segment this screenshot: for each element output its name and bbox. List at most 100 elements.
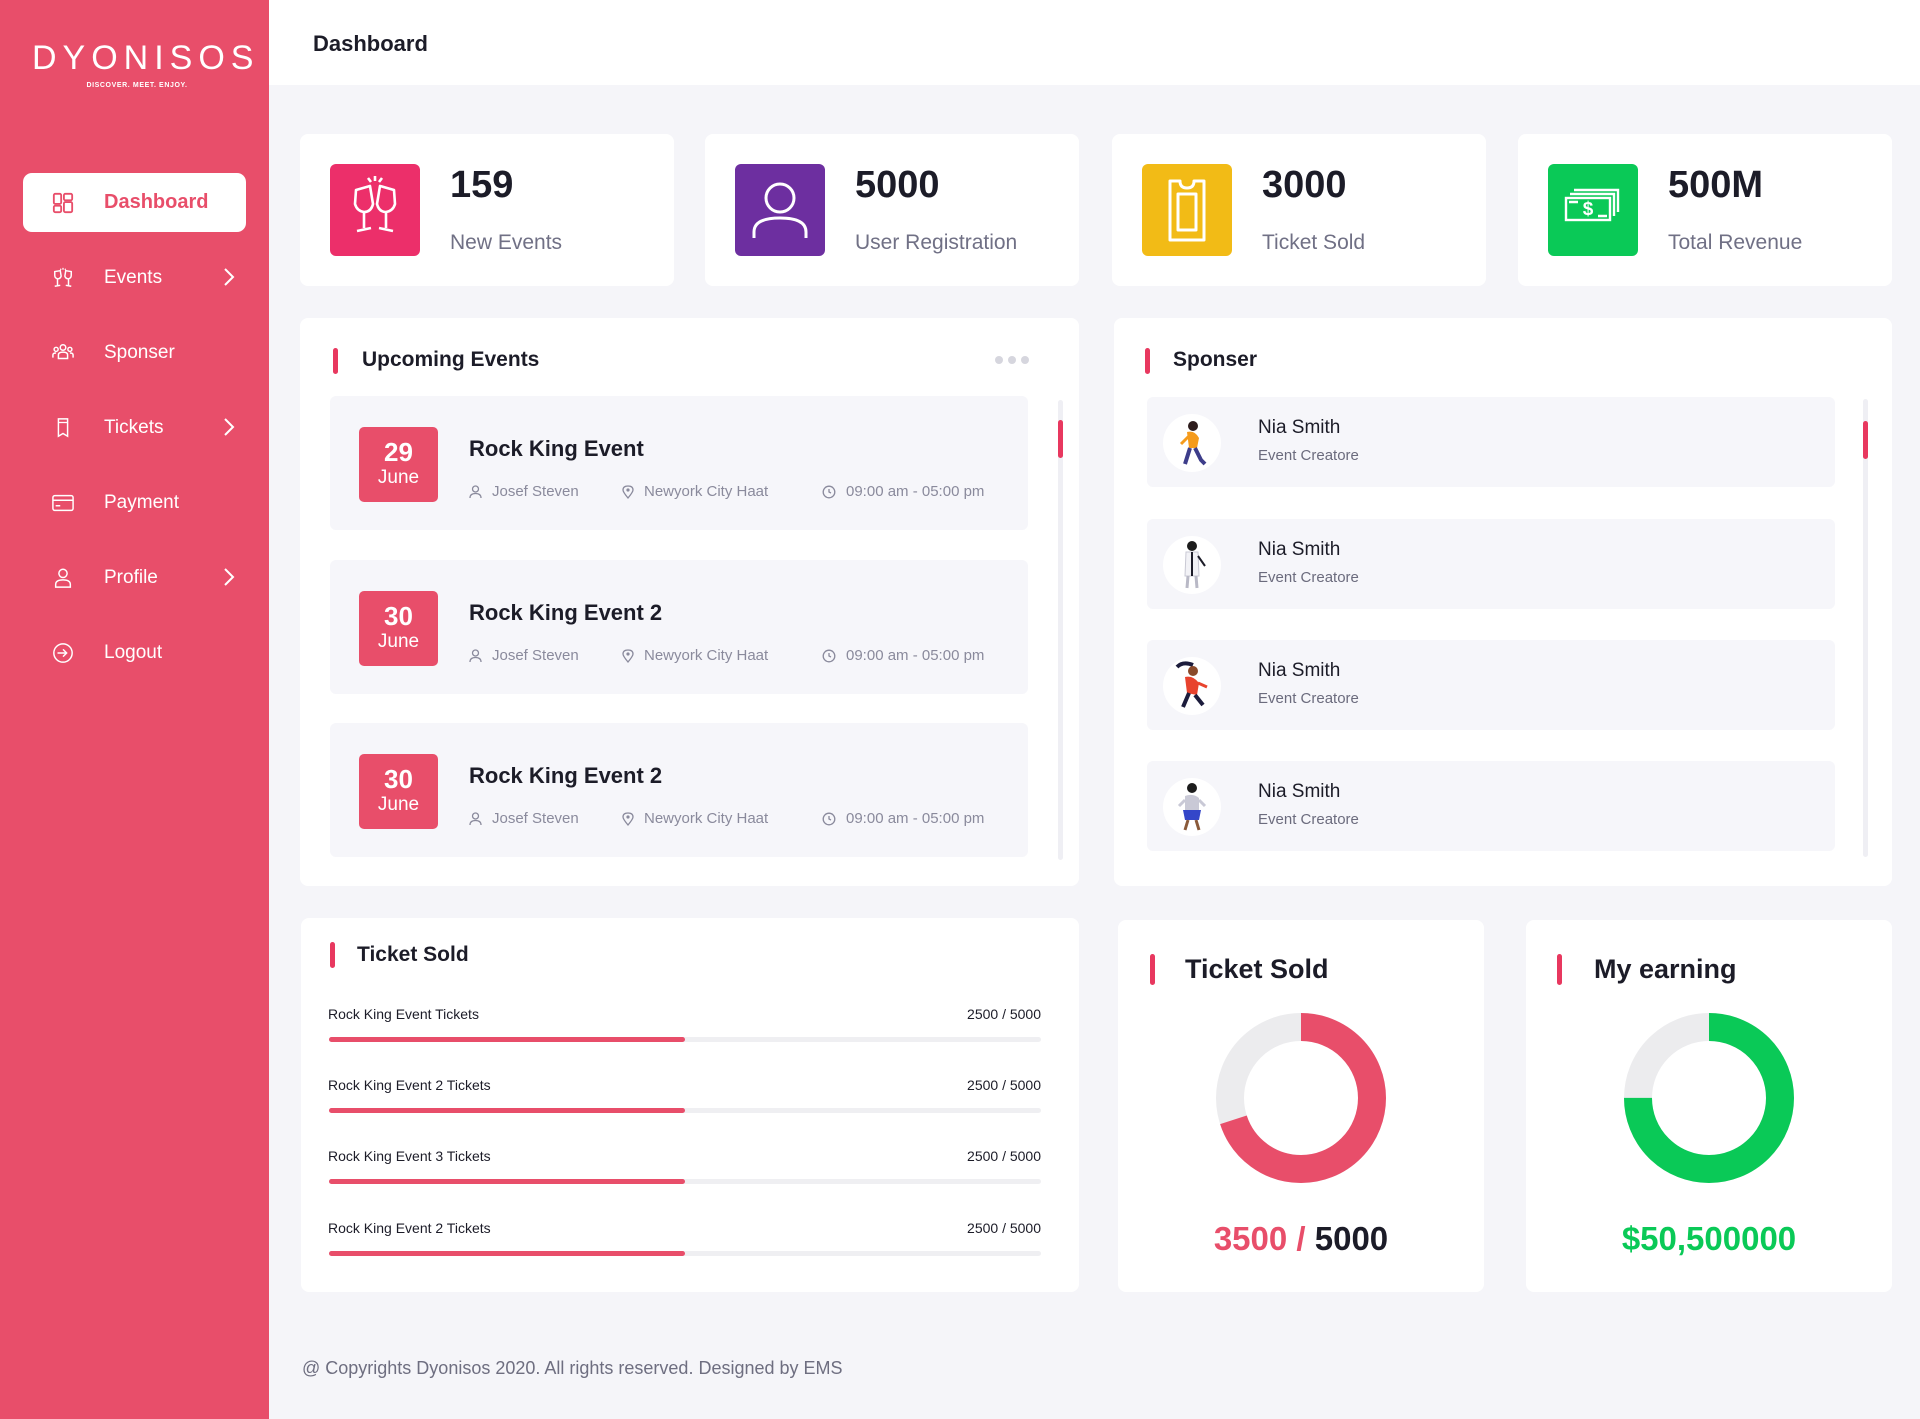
- cheers-glasses-icon: [54, 267, 72, 287]
- ticket-icon: [1142, 164, 1232, 256]
- chevron-right-icon: [224, 568, 235, 586]
- progress-track: [329, 1251, 1041, 1256]
- ticket-progress-count: 2500 / 5000: [967, 1077, 1041, 1093]
- event-card[interactable]: 29 June Rock King Event Josef Steven New…: [330, 396, 1028, 530]
- section-title: Ticket Sold: [357, 943, 469, 966]
- more-dots-icon[interactable]: [995, 356, 1029, 364]
- sidebar-item-label: Sponser: [104, 341, 175, 363]
- ticket-progress-label: Rock King Event Tickets: [328, 1006, 479, 1022]
- cheers-glasses-icon: [330, 164, 420, 256]
- sidebar-item-payment[interactable]: Payment: [23, 473, 246, 532]
- stat-card-user-registration[interactable]: 5000 User Registration: [705, 134, 1079, 286]
- scrollbar-thumb[interactable]: [1863, 421, 1868, 459]
- sponsor-name: Nia Smith: [1258, 660, 1341, 681]
- sponsor-name: Nia Smith: [1258, 539, 1341, 560]
- location-pin-icon: [622, 648, 634, 663]
- top-header: Dashboard: [269, 0, 1920, 85]
- event-location-text: Newyork City Haat: [644, 647, 769, 664]
- sponsor-role: Event Creatore: [1258, 447, 1359, 464]
- clock-icon: [822, 485, 836, 498]
- sidebar-item-label: Profile: [104, 566, 158, 588]
- event-day: 30: [384, 764, 413, 794]
- event-title: Rock King Event 2: [469, 763, 663, 788]
- event-time: 09:00 am - 05:00 pm: [822, 483, 984, 500]
- brand-logo[interactable]: DYONISOS DISCOVER. MEET. ENJOY.: [32, 38, 253, 89]
- ticket-donut-value: 3500 / 5000: [1118, 1220, 1484, 1258]
- progress-track: [329, 1179, 1041, 1184]
- stat-card-ticket-sold[interactable]: 3000 Ticket Sold: [1112, 134, 1486, 286]
- section-accent: [330, 942, 335, 968]
- sidebar-item-tickets[interactable]: Tickets: [23, 398, 246, 457]
- sidebar-item-events[interactable]: Events: [23, 248, 246, 307]
- clock-icon: [822, 812, 836, 825]
- progress-fill: [329, 1037, 685, 1042]
- chevron-right-icon: [224, 268, 235, 286]
- stat-card-new-events[interactable]: 159 New Events: [300, 134, 674, 286]
- location-pin-icon: [622, 811, 634, 826]
- sidebar-item-label: Tickets: [104, 416, 164, 438]
- event-title: Rock King Event: [469, 436, 644, 461]
- section-title: Ticket Sold: [1185, 954, 1329, 984]
- user-icon: [469, 484, 482, 498]
- ticket-progress-row: Rock King Event 2 Tickets 2500 / 5000: [328, 1077, 1041, 1121]
- sponsor-name: Nia Smith: [1258, 417, 1341, 438]
- ticket-progress-label: Rock King Event 3 Tickets: [328, 1148, 491, 1164]
- page-title: Dashboard: [313, 31, 428, 56]
- event-time: 09:00 am - 05:00 pm: [822, 647, 984, 664]
- sponsor-role: Event Creatore: [1258, 690, 1359, 707]
- events-scrollbar[interactable]: [1058, 400, 1063, 860]
- ticket-donut-chart: [1216, 1013, 1386, 1183]
- sidebar: DYONISOS DISCOVER. MEET. ENJOY. Dashboar…: [0, 0, 269, 1419]
- sidebar-item-logout[interactable]: Logout: [23, 623, 246, 682]
- event-day: 29: [384, 437, 413, 467]
- ticket-separator: /: [1296, 1220, 1306, 1257]
- sidebar-item-sponser[interactable]: Sponser: [23, 323, 246, 382]
- sponsor-card[interactable]: Nia Smith Event Creatore: [1147, 761, 1835, 851]
- event-date-badge: 30 June: [359, 754, 438, 829]
- stat-value: 159: [450, 164, 514, 206]
- sidebar-item-dashboard[interactable]: Dashboard: [23, 173, 246, 232]
- sponsor-panel: Sponser Nia Smith Event Creatore Nia Smi…: [1114, 318, 1892, 886]
- stat-label: User Registration: [855, 231, 1018, 254]
- sidebar-item-profile[interactable]: Profile: [23, 548, 246, 607]
- upcoming-events-panel: Upcoming Events 29 June Rock King Event …: [300, 318, 1079, 886]
- sponsor-card[interactable]: Nia Smith Event Creatore: [1147, 519, 1835, 609]
- event-month: June: [377, 631, 420, 652]
- ticket-icon: [57, 418, 69, 438]
- stat-value: 3000: [1262, 164, 1347, 206]
- stat-label: Total Revenue: [1668, 231, 1803, 254]
- ticket-sold-progress-panel: Ticket Sold Rock King Event Tickets 2500…: [301, 918, 1079, 1292]
- user-icon: [469, 811, 482, 825]
- stat-value: 500M: [1668, 164, 1764, 206]
- stat-card-total-revenue[interactable]: $ 500M Total Revenue: [1518, 134, 1892, 286]
- ticket-progress-label: Rock King Event 2 Tickets: [328, 1220, 491, 1236]
- sponsor-card[interactable]: Nia Smith Event Creatore: [1147, 640, 1835, 730]
- ticket-progress-count: 2500 / 5000: [967, 1148, 1041, 1164]
- event-date-badge: 30 June: [359, 591, 438, 666]
- event-card[interactable]: 30 June Rock King Event 2 Josef Steven N…: [330, 560, 1028, 694]
- scrollbar-thumb[interactable]: [1058, 420, 1063, 458]
- credit-card-icon: [52, 494, 74, 512]
- chevron-right-icon: [224, 418, 235, 436]
- event-card[interactable]: 30 June Rock King Event 2 Josef Steven N…: [330, 723, 1028, 857]
- brand-tagline: DISCOVER. MEET. ENJOY.: [86, 82, 188, 89]
- avatar: [1163, 414, 1221, 472]
- event-day: 30: [384, 601, 413, 631]
- sponsor-card[interactable]: Nia Smith Event Creatore: [1147, 397, 1835, 487]
- ticket-progress-label: Rock King Event 2 Tickets: [328, 1077, 491, 1093]
- event-month: June: [377, 467, 420, 488]
- section-accent: [333, 348, 338, 374]
- location-pin-icon: [622, 484, 634, 499]
- stat-label: Ticket Sold: [1262, 231, 1366, 254]
- event-organizer-text: Josef Steven: [492, 810, 579, 827]
- logout-icon: [53, 643, 73, 663]
- event-time: 09:00 am - 05:00 pm: [822, 810, 984, 827]
- sponsor-scrollbar[interactable]: [1863, 399, 1868, 857]
- user-icon: [735, 164, 825, 256]
- earning-value: $50,500000: [1621, 1220, 1797, 1257]
- dashboard-grid-icon: [52, 192, 74, 214]
- event-organizer: Josef Steven: [469, 810, 579, 827]
- section-accent: [1145, 348, 1150, 374]
- sidebar-item-label: Events: [104, 266, 163, 288]
- sidebar-item-label: Logout: [104, 641, 163, 663]
